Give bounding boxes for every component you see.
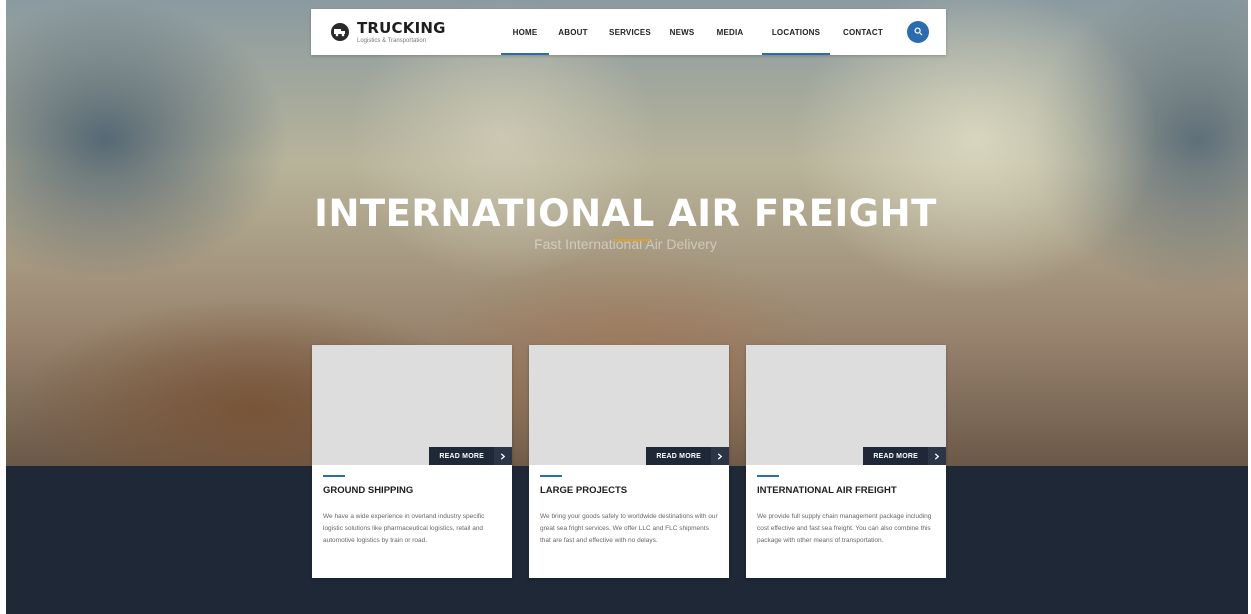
card-description: We provide full supply chain management …	[757, 513, 932, 544]
card-accent-line	[757, 475, 779, 477]
card-title: GROUND SHIPPING	[323, 485, 414, 496]
nav-locations[interactable]: LOCATIONS	[762, 9, 830, 55]
read-more-button[interactable]: READ MORE	[646, 447, 729, 465]
logo-tagline: Logistics & Transportation	[357, 37, 427, 44]
nav-services[interactable]: SERVICES	[605, 9, 655, 55]
main-nav: HOME ABOUT SERVICES NEWS MEDIA LOCATIONS…	[501, 9, 886, 55]
read-more-label: READ MORE	[863, 447, 928, 465]
card-accent-line	[323, 475, 345, 477]
chevron-right-icon	[928, 447, 946, 465]
card-description: We have a wide experience in overland in…	[323, 513, 485, 544]
card-title: INTERNATIONAL AIR FREIGHT	[757, 485, 897, 496]
service-card-ground-shipping: READ MORE GROUND SHIPPING We have a wide…	[312, 345, 512, 578]
chevron-right-icon	[711, 447, 729, 465]
card-title: LARGE PROJECTS	[540, 485, 628, 496]
nav-news[interactable]: NEWS	[666, 9, 698, 55]
service-card-international-air-freight: READ MORE INTERNATIONAL AIR FREIGHT We p…	[746, 345, 946, 578]
card-accent-line	[540, 475, 562, 477]
nav-contact[interactable]: CONTACT	[840, 9, 886, 55]
read-more-button[interactable]: READ MORE	[429, 447, 512, 465]
search-button[interactable]	[907, 21, 929, 43]
nav-home[interactable]: HOME	[501, 9, 549, 55]
read-more-button[interactable]: READ MORE	[863, 447, 946, 465]
logo-title: TRUCKING	[357, 18, 446, 37]
card-description: We bring your goods safely to worldwide …	[540, 513, 718, 544]
read-more-label: READ MORE	[646, 447, 711, 465]
hero-title: INTERNATIONAL AIR FREIGHT	[314, 192, 937, 235]
logo[interactable]: TRUCKING Logistics & Transportation	[331, 18, 446, 46]
site-header: TRUCKING Logistics & Transportation HOME…	[311, 9, 946, 55]
chevron-right-icon	[494, 447, 512, 465]
read-more-label: READ MORE	[429, 447, 494, 465]
search-icon	[913, 23, 923, 41]
service-card-large-projects: READ MORE LARGE PROJECTS We bring your g…	[529, 345, 729, 578]
truck-icon	[331, 23, 349, 41]
nav-about[interactable]: ABOUT	[555, 9, 591, 55]
hero-accent-line	[614, 239, 650, 241]
nav-media[interactable]: MEDIA	[712, 9, 748, 55]
